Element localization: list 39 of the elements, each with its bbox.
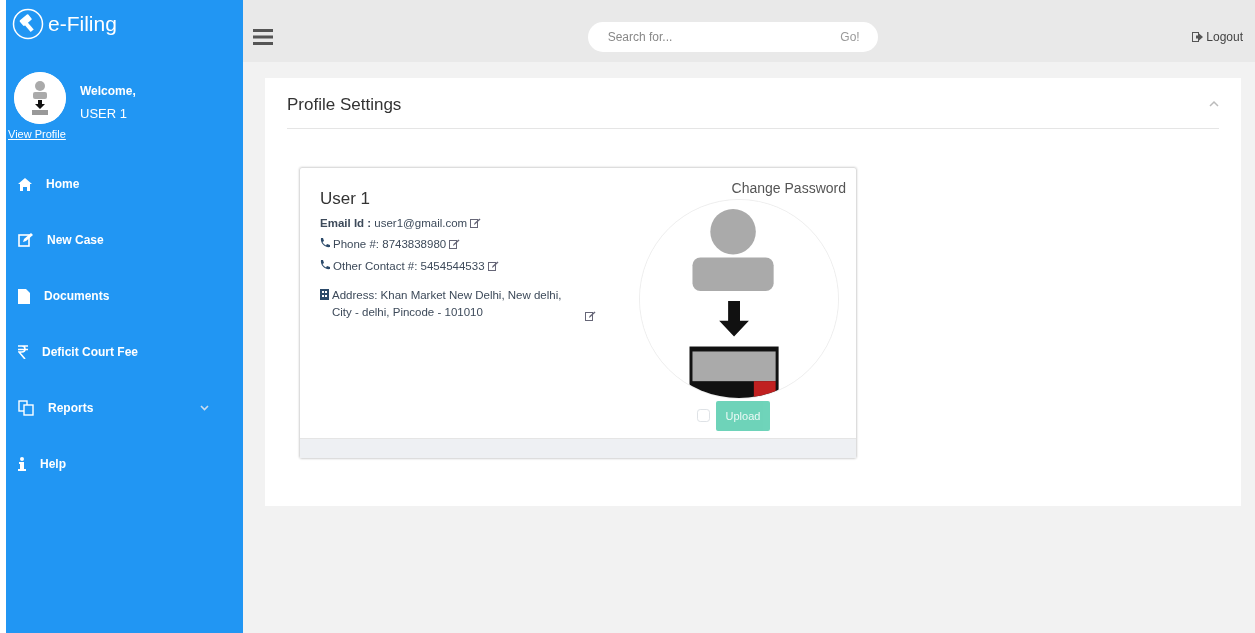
sidebar-item[interactable]: Help	[6, 436, 243, 492]
view-profile-link[interactable]: View Profile	[8, 126, 66, 143]
phone-icon	[320, 238, 330, 249]
edit-icon[interactable]	[585, 311, 596, 322]
go-button[interactable]: Go!	[840, 28, 860, 46]
contact-detail: Other Contact #: 5454544533	[333, 259, 485, 272]
edit-icon[interactable]	[449, 239, 461, 250]
document-icon	[18, 288, 30, 304]
phone-icon	[320, 259, 330, 270]
edit-icon[interactable]	[470, 218, 482, 228]
sidebar-item[interactable]: Deficit Court Fee	[6, 324, 243, 380]
rupee-icon	[18, 345, 28, 359]
sidebar-item[interactable]: Documents	[6, 268, 243, 324]
search-field[interactable]: Search for... Go!	[587, 22, 878, 52]
menu-icon[interactable]	[253, 29, 273, 45]
copy-icon	[18, 400, 34, 416]
building-icon	[320, 288, 329, 300]
checkbox[interactable]	[696, 409, 710, 423]
contact-detail: Phone #: 8743838980	[333, 238, 447, 251]
chevron-down-icon	[200, 405, 209, 411]
avatar-icon	[14, 72, 66, 124]
sidebar-item[interactable]: Home	[6, 156, 243, 212]
gavel-logo-icon	[12, 8, 44, 40]
info-icon	[18, 457, 26, 471]
sidebar-item[interactable]: Reports	[6, 380, 243, 436]
user-name: USER 1	[80, 105, 128, 123]
panel-title: Profile Settings	[287, 94, 402, 116]
profile-name: User 1	[320, 187, 372, 210]
welcome-text: Welcome,	[80, 83, 136, 100]
home-icon	[18, 177, 32, 191]
logout-link[interactable]: Logout	[1192, 28, 1243, 46]
logout-icon	[1192, 32, 1204, 42]
contact-detail: Email Id : user1@gmail.com	[320, 217, 468, 229]
sidebar-item[interactable]: New Case	[6, 212, 243, 268]
edit-icon[interactable]	[487, 260, 499, 271]
edit-icon	[18, 233, 33, 247]
app-title: e-Filing	[48, 11, 117, 38]
contact-detail: Address: Khan Market New Delhi, New delhi, City - delhi, Pincode - 101010	[332, 287, 563, 320]
change-password-link[interactable]: Change Password	[731, 177, 846, 199]
